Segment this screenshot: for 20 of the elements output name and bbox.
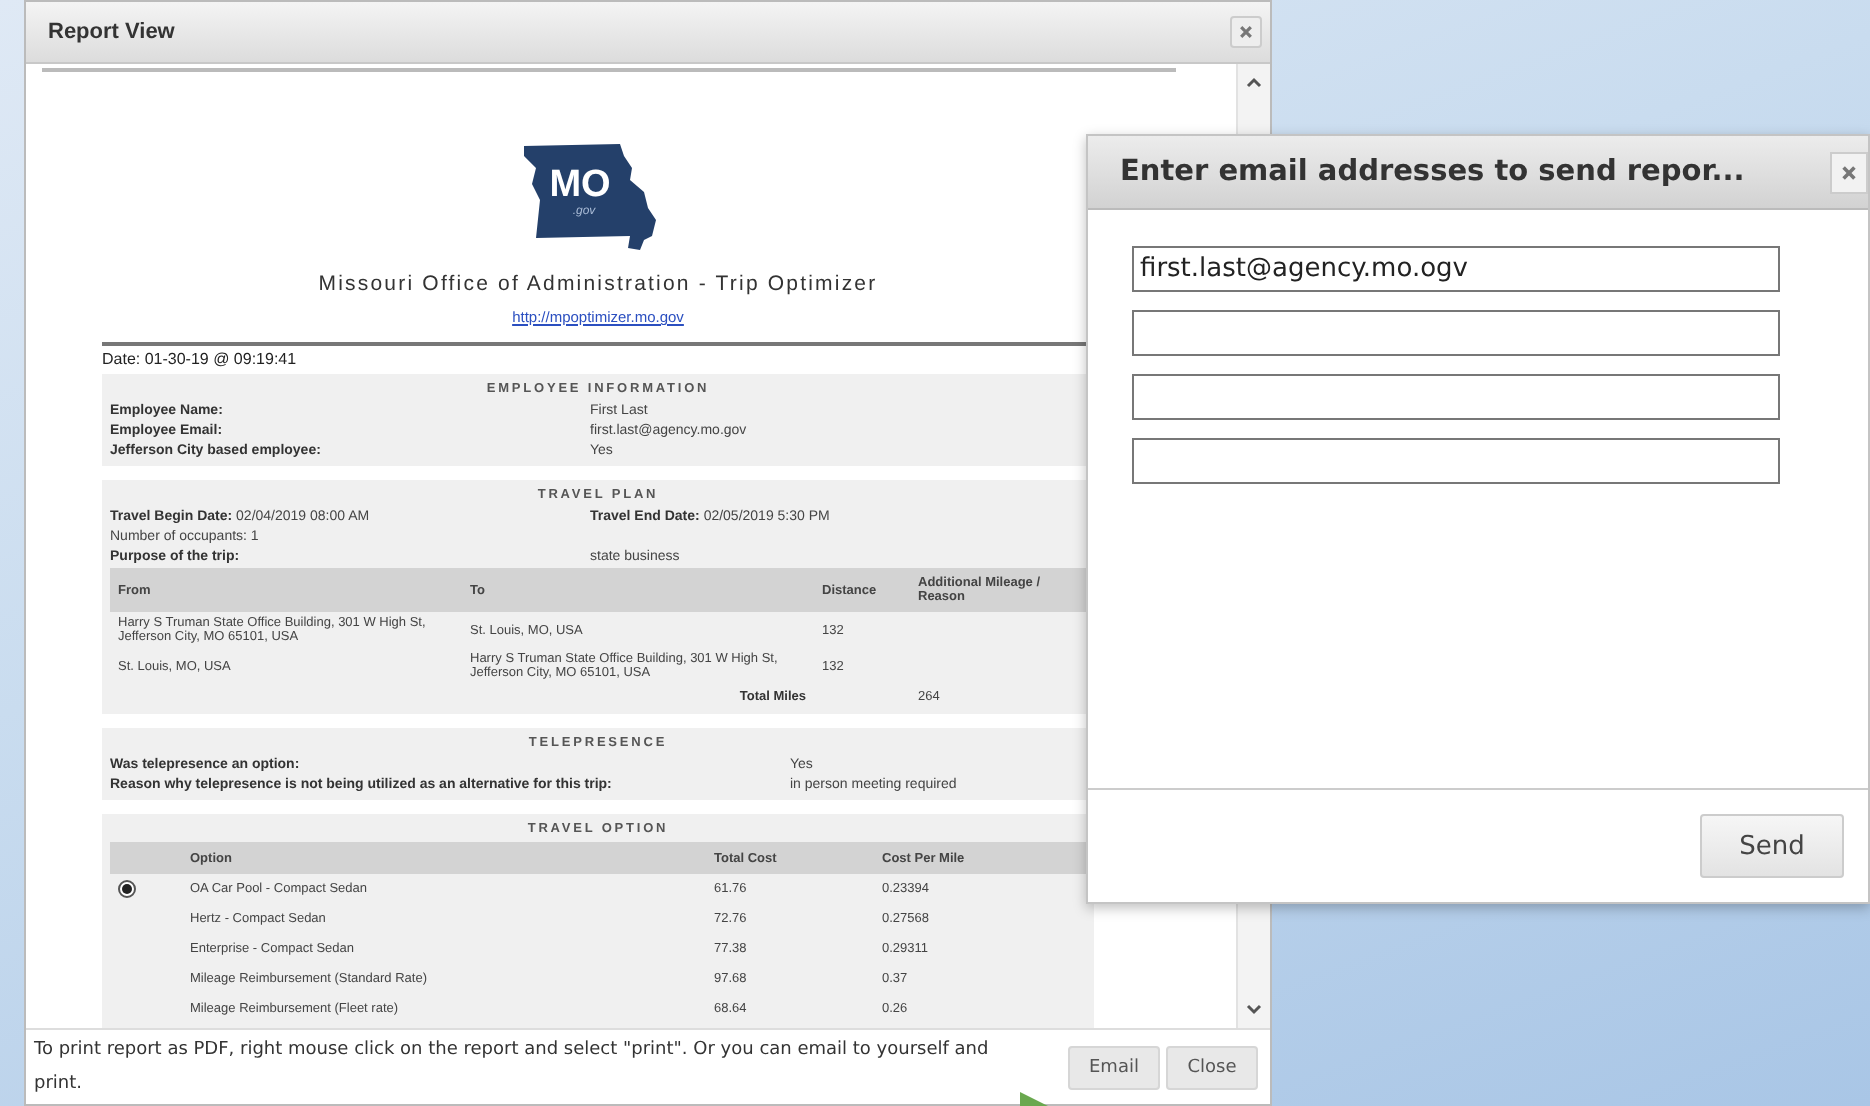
close-icon [1840,163,1858,181]
email-field[interactable]: first.last@agency.mo.ogv [1132,246,1780,292]
scroll-up-icon[interactable] [1246,76,1263,88]
footer-note: To print report as PDF, right mouse click on the report and select "print". Or you can email to yourself and print. [34,1037,991,1097]
report-heading: Missouri Office of Administration - Trip Optimizer [316,272,880,296]
scroll-down-icon[interactable] [1246,1004,1263,1016]
email-field[interactable] [1132,374,1780,420]
email-field[interactable] [1132,310,1780,356]
pointer-icon [1020,1092,1048,1106]
close-icon [1238,24,1254,40]
radio-button[interactable] [118,880,136,898]
send-button[interactable]: Send [1700,814,1844,878]
email-field[interactable] [1132,438,1780,484]
close-button[interactable] [1230,16,1262,48]
report-date: Date: 01-30-19 @ 09:19:41 [102,350,299,368]
footer-button[interactable]: Email [1068,1045,1160,1089]
close-button[interactable] [1830,151,1868,193]
window-title: Report View [48,20,175,44]
footer-button[interactable]: Close [1166,1045,1258,1089]
dialog-title: Enter email addresses to send repor... [1120,156,1745,188]
